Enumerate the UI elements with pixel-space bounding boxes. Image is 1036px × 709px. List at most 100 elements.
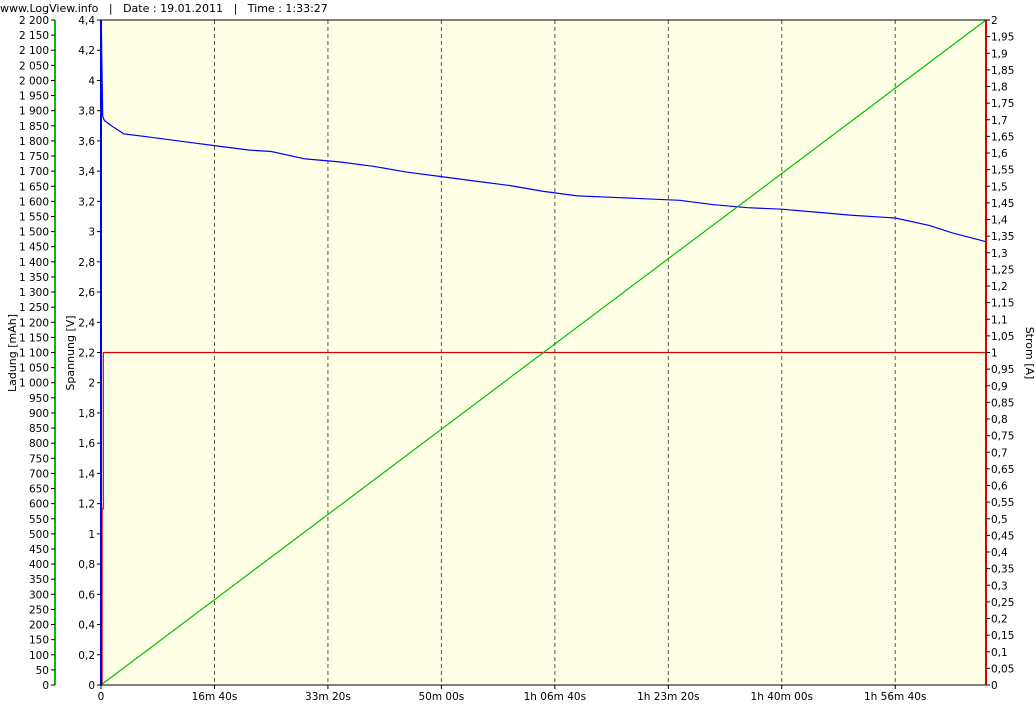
x-tick-label: 0 [98,691,105,703]
voltage-tick-label: 2,2 [78,348,95,360]
current-tick-label: 0,1 [991,647,1008,659]
charge-tick-label: 250 [29,604,49,616]
voltage-axis-title: Spannung [V] [64,315,77,390]
charge-tick-label: 1 500 [19,227,49,239]
voltage-tick-label: 4,4 [78,15,95,27]
charge-tick-label: 550 [29,514,49,526]
voltage-tick-label: 1,6 [78,438,95,450]
charge-tick-label: 1 650 [19,181,49,193]
charge-tick-label: 1 550 [19,211,49,223]
charge-tick-label: 150 [29,635,49,647]
current-tick-label: 1,95 [991,32,1014,44]
current-tick-label: 1,2 [991,281,1008,293]
charge-tick-label: 850 [29,423,49,435]
charge-tick-label: 1 300 [19,287,49,299]
current-tick-label: 1,25 [991,264,1014,276]
voltage-tick-label: 3,8 [78,106,95,118]
current-tick-label: 0,5 [991,514,1008,526]
voltage-tick-label: 1 [88,529,95,541]
charge-tick-label: 800 [29,438,49,450]
charge-tick-label: 1 150 [19,332,49,344]
voltage-tick-label: 1,4 [78,468,95,480]
current-tick-label: 1,1 [991,314,1008,326]
charge-tick-label: 1 900 [19,106,49,118]
charge-tick-label: 2 150 [19,30,49,42]
current-tick-label: 0,6 [991,481,1008,493]
x-tick-label: 1h 56m 40s [864,691,926,703]
x-tick-label: 1h 06m 40s [524,691,586,703]
current-tick-label: 0,2 [991,614,1008,626]
axis-current: 0 0,05 0,1 0,15 0,2 0,25 0,3 0,35 0,4 0,45 0,5 0,55… [985,15,1014,692]
charge-tick-label: 1 800 [19,136,49,148]
current-tick-label: 1,45 [991,198,1014,210]
voltage-tick-label: 2 [88,378,95,390]
voltage-tick-label: 4,2 [78,45,95,57]
current-tick-label: 0,3 [991,580,1008,592]
charge-tick-label: 700 [29,468,49,480]
current-tick-label: 0,15 [991,630,1014,642]
voltage-tick-label: 1,2 [78,499,95,511]
charge-tick-label: 1 450 [19,242,49,254]
voltage-tick-label: 3 [88,227,95,239]
current-axis-title: Strom [A] [1023,327,1036,380]
voltage-tick-label: 0,8 [78,559,95,571]
current-tick-label: 1,7 [991,115,1008,127]
current-tick-label: 0,05 [991,663,1014,675]
current-tick-label: 0,75 [991,431,1014,443]
charge-tick-label: 1 700 [19,166,49,178]
current-tick-label: 1,55 [991,165,1014,177]
voltage-tick-label: 0,6 [78,589,95,601]
charge-tick-label: 300 [29,589,49,601]
voltage-tick-label: 2,6 [78,287,95,299]
current-tick-label: 0,65 [991,464,1014,476]
voltage-tick-label: 2,8 [78,257,95,269]
current-tick-label: 0,45 [991,530,1014,542]
current-tick-label: 1,3 [991,248,1008,260]
voltage-tick-label: 0,2 [78,650,95,662]
current-tick-label: 1,75 [991,98,1014,110]
voltage-tick-label: 4 [88,75,95,87]
current-tick-label: 1,85 [991,65,1014,77]
current-tick-label: 0,9 [991,381,1008,393]
charge-tick-label: 2 100 [19,45,49,57]
charge-tick-label: 900 [29,408,49,420]
current-tick-label: 0,55 [991,497,1014,509]
charge-tick-label: 450 [29,544,49,556]
charge-tick-label: 1 350 [19,272,49,284]
current-tick-label: 0,25 [991,597,1014,609]
current-tick-label: 0,35 [991,564,1014,576]
current-tick-label: 0,7 [991,447,1008,459]
charge-tick-label: 2 050 [19,60,49,72]
current-tick-label: 0,8 [991,414,1008,426]
axis-charge: 0 50 100 150 200 250 300 350 400 450 500 550 600 650 7… [19,15,56,692]
voltage-tick-label: 3,6 [78,136,95,148]
charge-tick-label: 200 [29,620,49,632]
charge-tick-label: 1 850 [19,121,49,133]
charge-tick-label: 50 [36,665,49,677]
current-tick-label: 2 [991,15,998,27]
current-tick-label: 1,4 [991,215,1008,227]
charge-tick-label: 500 [29,529,49,541]
charge-tick-label: 1 250 [19,302,49,314]
current-tick-label: 0,95 [991,364,1014,376]
charge-axis-title: Ladung [mAh] [6,314,19,392]
charge-tick-label: 950 [29,393,49,405]
voltage-tick-label: 2,4 [78,317,95,329]
charge-tick-label: 2 200 [19,15,49,27]
charge-tick-label: 1 400 [19,257,49,269]
voltage-tick-label: 0 [88,680,95,692]
charge-tick-label: 750 [29,453,49,465]
x-tick-label: 33m 20s [305,691,351,703]
current-tick-label: 1,65 [991,131,1014,143]
chart: 0501001502002503003504004505005506006507… [6,15,1036,703]
x-tick-label: 50m 00s [419,691,465,703]
charge-tick-label: 400 [29,559,49,571]
current-tick-label: 1,6 [991,148,1008,160]
charge-tick-label: 350 [29,574,49,586]
charge-tick-label: 1 950 [19,91,49,103]
current-tick-label: 1,05 [991,331,1014,343]
charge-tick-label: 1 100 [19,348,49,360]
current-tick-label: 1,35 [991,231,1014,243]
x-tick-label: 1h 40m 00s [751,691,813,703]
voltage-tick-label: 3,2 [78,196,95,208]
